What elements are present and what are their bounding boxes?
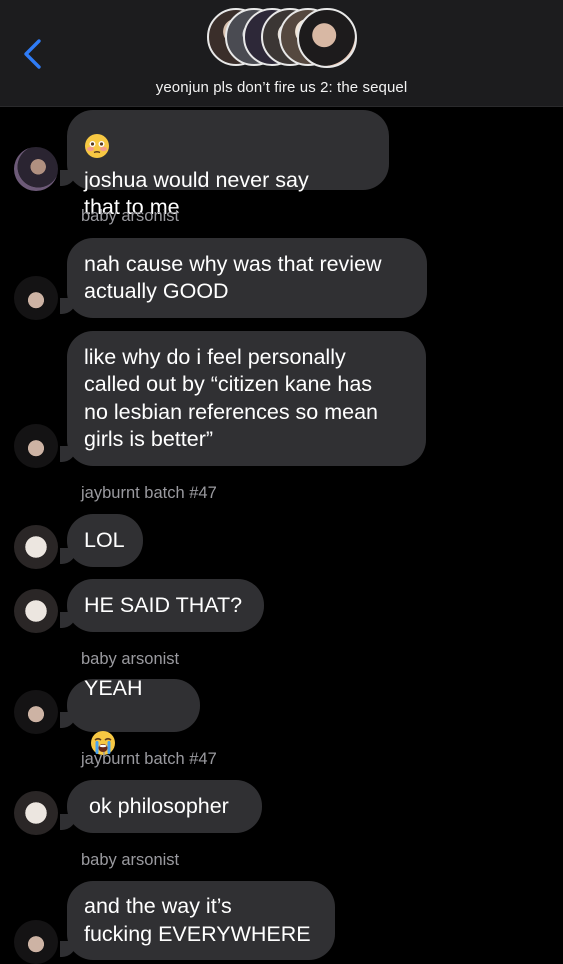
chevron-left-icon [24, 39, 41, 69]
message-text: and the way it’s fucking EVERYWHERE [84, 894, 311, 946]
message-text: ok philosopher [89, 793, 229, 818]
message-text: HE SAID THAT? [84, 592, 243, 617]
message-text: like why do i feel personally called out… [84, 344, 379, 452]
sender-avatar[interactable] [14, 791, 58, 835]
flushed-face-emoji [84, 106, 110, 167]
sender-avatar[interactable] [14, 147, 58, 191]
sender-avatar[interactable] [14, 920, 58, 964]
message-bubble[interactable]: ok philosopher [67, 780, 262, 833]
sender-name: jayburnt batch #47 [81, 750, 217, 768]
message-bubble[interactable]: nah cause why was that review actually G… [67, 238, 427, 318]
message-bubble[interactable]: HE SAID THAT? [67, 579, 264, 632]
message-bubble[interactable]: LOL [67, 514, 143, 567]
sender-avatar[interactable] [14, 276, 58, 320]
sender-name: jayburnt batch #47 [81, 484, 217, 502]
sender-avatar[interactable] [14, 690, 58, 734]
message-bubble[interactable]: like why do i feel personally called out… [67, 331, 426, 466]
message-text: YEAH [84, 676, 143, 700]
message-bubble[interactable]: YEAH [67, 676, 200, 755]
sender-avatar[interactable] [14, 525, 58, 569]
group-member-avatar [297, 8, 357, 68]
sender-avatar[interactable] [14, 589, 58, 633]
sender-avatar[interactable] [14, 424, 58, 468]
sender-name: baby arsonist [81, 851, 180, 869]
sender-name: baby arsonist [81, 207, 180, 225]
message-bubble[interactable]: joshua would never say that to me [67, 110, 389, 219]
message-text: LOL [84, 527, 125, 552]
message-text: nah cause why was that review actually G… [84, 251, 382, 304]
group-avatar-stack[interactable] [207, 8, 357, 70]
back-button[interactable] [18, 36, 50, 72]
message-bubble[interactable]: and the way it’s fucking EVERYWHERE [67, 881, 335, 960]
